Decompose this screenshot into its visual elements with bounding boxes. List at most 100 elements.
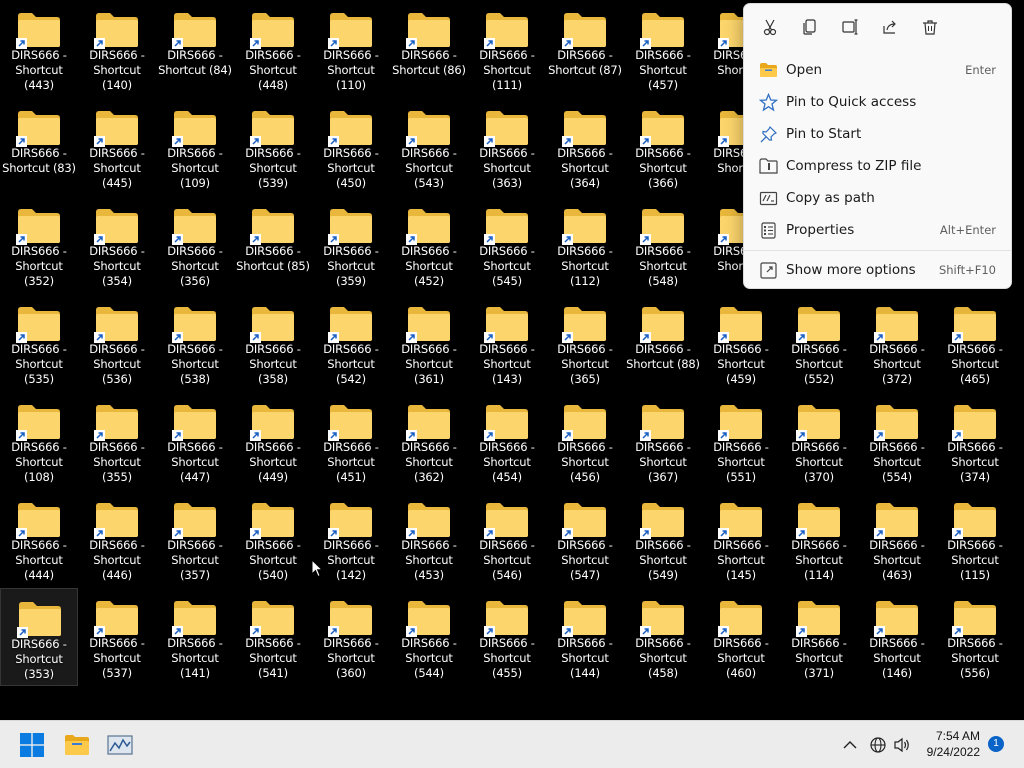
desktop-shortcut-icon[interactable]: DIRS666 - Shortcut (114) <box>780 490 858 588</box>
desktop-shortcut-icon[interactable]: DIRS666 - Shortcut (353) <box>0 588 78 686</box>
desktop-shortcut-icon[interactable]: DIRS666 - Shortcut (540) <box>234 490 312 588</box>
desktop-shortcut-icon[interactable]: DIRS666 - Shortcut (83) <box>0 98 78 196</box>
menu-item-copy-as-path[interactable]: Copy as path <box>744 182 1011 214</box>
desktop-shortcut-icon[interactable]: DIRS666 - Shortcut (448) <box>234 0 312 98</box>
folder-icon <box>874 502 919 539</box>
desktop-shortcut-icon[interactable]: DIRS666 - Shortcut (543) <box>390 98 468 196</box>
notification-badge[interactable]: 1 <box>988 736 1004 752</box>
desktop-shortcut-icon[interactable]: DIRS666 - Shortcut (84) <box>156 0 234 98</box>
desktop-shortcut-icon[interactable]: DIRS666 - Shortcut (457) <box>624 0 702 98</box>
desktop-shortcut-icon[interactable]: DIRS666 - Shortcut (145) <box>702 490 780 588</box>
desktop-shortcut-icon[interactable]: DIRS666 - Shortcut (140) <box>78 0 156 98</box>
share-button[interactable] <box>870 12 910 42</box>
desktop-shortcut-icon[interactable]: DIRS666 - Shortcut (360) <box>312 588 390 686</box>
desktop-shortcut-icon[interactable]: DIRS666 - Shortcut (141) <box>156 588 234 686</box>
desktop-shortcut-icon[interactable]: DIRS666 - Shortcut (359) <box>312 196 390 294</box>
rename-button[interactable] <box>830 12 870 42</box>
desktop-shortcut-icon[interactable]: DIRS666 - Shortcut (541) <box>234 588 312 686</box>
desktop-shortcut-icon[interactable]: DIRS666 - Shortcut (451) <box>312 392 390 490</box>
desktop-shortcut-icon[interactable]: DIRS666 - Shortcut (544) <box>390 588 468 686</box>
desktop-shortcut-icon[interactable]: DIRS666 - Shortcut (537) <box>78 588 156 686</box>
desktop-shortcut-icon[interactable]: DIRS666 - Shortcut (453) <box>390 490 468 588</box>
desktop-shortcut-icon[interactable]: DIRS666 - Shortcut (364) <box>546 98 624 196</box>
desktop-shortcut-icon[interactable]: DIRS666 - Shortcut (460) <box>702 588 780 686</box>
desktop-shortcut-icon[interactable]: DIRS666 - Shortcut (367) <box>624 392 702 490</box>
desktop-shortcut-icon[interactable]: DIRS666 - Shortcut (361) <box>390 294 468 392</box>
desktop-shortcut-icon[interactable]: DIRS666 - Shortcut (143) <box>468 294 546 392</box>
desktop-shortcut-icon[interactable]: DIRS666 - Shortcut (372) <box>858 294 936 392</box>
desktop-shortcut-icon[interactable]: DIRS666 - Shortcut (374) <box>936 392 1014 490</box>
desktop-shortcut-icon[interactable]: DIRS666 - Shortcut (449) <box>234 392 312 490</box>
desktop-shortcut-icon[interactable]: DIRS666 - Shortcut (463) <box>858 490 936 588</box>
desktop-shortcut-icon[interactable]: DIRS666 - Shortcut (357) <box>156 490 234 588</box>
desktop-shortcut-icon[interactable]: DIRS666 - Shortcut (371) <box>780 588 858 686</box>
desktop-shortcut-icon[interactable]: DIRS666 - Shortcut (459) <box>702 294 780 392</box>
desktop-shortcut-icon[interactable]: DIRS666 - Shortcut (86) <box>390 0 468 98</box>
desktop-shortcut-icon[interactable]: DIRS666 - Shortcut (545) <box>468 196 546 294</box>
desktop-shortcut-icon[interactable]: DIRS666 - Shortcut (109) <box>156 98 234 196</box>
desktop-shortcut-icon[interactable]: DIRS666 - Shortcut (88) <box>624 294 702 392</box>
desktop-shortcut-icon[interactable]: DIRS666 - Shortcut (456) <box>546 392 624 490</box>
desktop-shortcut-icon[interactable]: DIRS666 - Shortcut (352) <box>0 196 78 294</box>
desktop-shortcut-icon[interactable]: DIRS666 - Shortcut (356) <box>156 196 234 294</box>
desktop-shortcut-icon[interactable]: DIRS666 - Shortcut (365) <box>546 294 624 392</box>
desktop-shortcut-icon[interactable]: DIRS666 - Shortcut (112) <box>546 196 624 294</box>
desktop-shortcut-icon[interactable]: DIRS666 - Shortcut (535) <box>0 294 78 392</box>
desktop-shortcut-icon[interactable]: DIRS666 - Shortcut (144) <box>546 588 624 686</box>
desktop-shortcut-icon[interactable]: DIRS666 - Shortcut (458) <box>624 588 702 686</box>
desktop-shortcut-icon[interactable]: DIRS666 - Shortcut (454) <box>468 392 546 490</box>
desktop-shortcut-icon[interactable]: DIRS666 - Shortcut (363) <box>468 98 546 196</box>
folder-icon <box>640 404 685 441</box>
desktop-shortcut-icon[interactable]: DIRS666 - Shortcut (110) <box>312 0 390 98</box>
menu-item-pin-to-start[interactable]: Pin to Start <box>744 118 1011 150</box>
file-explorer-button[interactable] <box>61 729 93 761</box>
menu-item-pin-to-quick-access[interactable]: Pin to Quick access <box>744 86 1011 118</box>
menu-item-compress-to-zip-file[interactable]: Compress to ZIP file <box>744 150 1011 182</box>
desktop-shortcut-icon[interactable]: DIRS666 - Shortcut (538) <box>156 294 234 392</box>
desktop-shortcut-icon[interactable]: DIRS666 - Shortcut (546) <box>468 490 546 588</box>
desktop-shortcut-icon[interactable]: DIRS666 - Shortcut (465) <box>936 294 1014 392</box>
desktop-shortcut-icon[interactable]: DIRS666 - Shortcut (539) <box>234 98 312 196</box>
desktop-shortcut-icon[interactable]: DIRS666 - Shortcut (450) <box>312 98 390 196</box>
image-app-button[interactable] <box>104 729 136 761</box>
copy-button[interactable] <box>790 12 830 42</box>
desktop-shortcut-icon[interactable]: DIRS666 - Shortcut (551) <box>702 392 780 490</box>
desktop-shortcut-icon[interactable]: DIRS666 - Shortcut (108) <box>0 392 78 490</box>
desktop-shortcut-icon[interactable]: DIRS666 - Shortcut (85) <box>234 196 312 294</box>
shortcut-label: DIRS666 - Shortcut (542) <box>323 342 379 386</box>
desktop-shortcut-icon[interactable]: DIRS666 - Shortcut (547) <box>546 490 624 588</box>
desktop-shortcut-icon[interactable]: DIRS666 - Shortcut (366) <box>624 98 702 196</box>
desktop-shortcut-icon[interactable]: DIRS666 - Shortcut (549) <box>624 490 702 588</box>
desktop-shortcut-icon[interactable]: DIRS666 - Shortcut (146) <box>858 588 936 686</box>
desktop-shortcut-icon[interactable]: DIRS666 - Shortcut (446) <box>78 490 156 588</box>
desktop-shortcut-icon[interactable]: DIRS666 - Shortcut (444) <box>0 490 78 588</box>
desktop-shortcut-icon[interactable]: DIRS666 - Shortcut (542) <box>312 294 390 392</box>
desktop-shortcut-icon[interactable]: DIRS666 - Shortcut (455) <box>468 588 546 686</box>
menu-item-properties[interactable]: Properties Alt+Enter <box>744 214 1011 246</box>
desktop-shortcut-icon[interactable]: DIRS666 - Shortcut (370) <box>780 392 858 490</box>
desktop-shortcut-icon[interactable]: DIRS666 - Shortcut (142) <box>312 490 390 588</box>
delete-button[interactable] <box>910 12 950 42</box>
cut-button[interactable] <box>750 12 790 42</box>
clock[interactable]: 7:54 AM 9/24/2022 <box>927 728 980 760</box>
desktop-shortcut-icon[interactable]: DIRS666 - Shortcut (556) <box>936 588 1014 686</box>
desktop-shortcut-icon[interactable]: DIRS666 - Shortcut (362) <box>390 392 468 490</box>
desktop-shortcut-icon[interactable]: DIRS666 - Shortcut (552) <box>780 294 858 392</box>
desktop-shortcut-icon[interactable]: DIRS666 - Shortcut (354) <box>78 196 156 294</box>
desktop-shortcut-icon[interactable]: DIRS666 - Shortcut (87) <box>546 0 624 98</box>
desktop-shortcut-icon[interactable]: DIRS666 - Shortcut (445) <box>78 98 156 196</box>
desktop-shortcut-icon[interactable]: DIRS666 - Shortcut (115) <box>936 490 1014 588</box>
desktop-shortcut-icon[interactable]: DIRS666 - Shortcut (447) <box>156 392 234 490</box>
desktop-shortcut-icon[interactable]: DIRS666 - Shortcut (111) <box>468 0 546 98</box>
desktop-shortcut-icon[interactable]: DIRS666 - Shortcut (536) <box>78 294 156 392</box>
desktop-shortcut-icon[interactable]: DIRS666 - Shortcut (355) <box>78 392 156 490</box>
desktop-shortcut-icon[interactable]: DIRS666 - Shortcut (554) <box>858 392 936 490</box>
start-button[interactable] <box>16 729 48 761</box>
desktop-shortcut-icon[interactable]: DIRS666 - Shortcut (548) <box>624 196 702 294</box>
menu-item-show-more-options[interactable]: Show more options Shift+F10 <box>744 254 1011 286</box>
desktop-shortcut-icon[interactable]: DIRS666 - Shortcut (452) <box>390 196 468 294</box>
menu-item-open[interactable]: Open Enter <box>744 54 1011 86</box>
desktop-shortcut-icon[interactable]: DIRS666 - Shortcut (358) <box>234 294 312 392</box>
desktop-shortcut-icon[interactable]: DIRS666 - Shortcut (443) <box>0 0 78 98</box>
volume-button[interactable] <box>886 729 918 761</box>
